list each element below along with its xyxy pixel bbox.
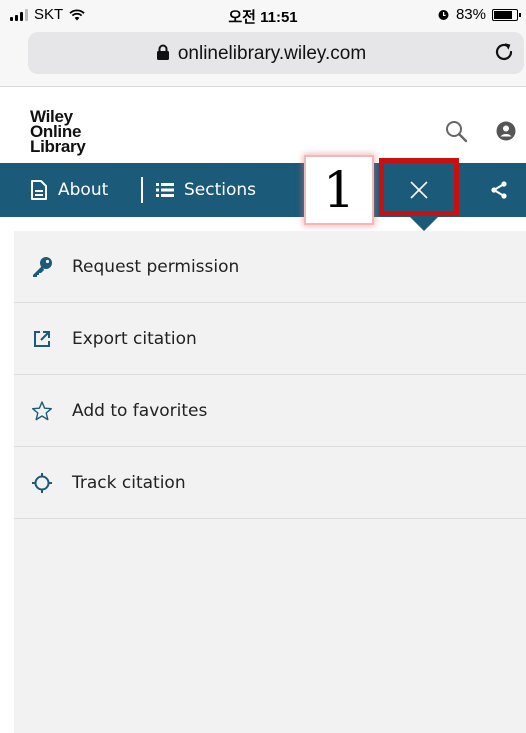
wiley-logo[interactable]: Wiley Online Library bbox=[30, 108, 86, 156]
close-button-highlight bbox=[379, 158, 459, 216]
key-icon bbox=[30, 255, 54, 279]
status-right: 83% bbox=[437, 6, 521, 23]
menu-item-request-permission[interactable]: Request permission bbox=[14, 231, 526, 303]
search-icon[interactable] bbox=[444, 119, 468, 143]
lock-icon bbox=[156, 44, 169, 60]
menu-item-export-citation[interactable]: Export citation bbox=[14, 303, 526, 375]
share-button[interactable] bbox=[490, 163, 508, 217]
list-icon bbox=[156, 183, 174, 197]
about-label: About bbox=[58, 180, 109, 200]
status-bar: SKT 오전 11:51 83% bbox=[0, 0, 526, 30]
browser-url-area: onlinelibrary.wiley.com bbox=[0, 30, 526, 87]
menu-item-track-citation[interactable]: Track citation bbox=[14, 447, 526, 519]
menu-item-label: Export citation bbox=[72, 328, 197, 349]
external-link-icon bbox=[30, 327, 54, 351]
battery-icon bbox=[492, 8, 521, 21]
toolbar-pointer-notch bbox=[410, 217, 438, 231]
about-button[interactable]: About bbox=[30, 163, 108, 217]
address-bar[interactable]: onlinelibrary.wiley.com bbox=[28, 32, 524, 74]
site-header: Wiley Online Library bbox=[0, 87, 526, 163]
sections-label: Sections bbox=[184, 180, 257, 200]
user-account-icon[interactable] bbox=[496, 121, 516, 141]
menu-item-label: Request permission bbox=[72, 256, 240, 277]
document-icon bbox=[31, 180, 47, 200]
toolbar-divider bbox=[141, 177, 143, 203]
logo-line-3: Library bbox=[30, 137, 86, 156]
menu-item-label: Add to favorites bbox=[72, 400, 208, 421]
menu-item-label: Track citation bbox=[72, 472, 186, 493]
reload-icon[interactable] bbox=[492, 40, 516, 64]
step-number-marker: 1 bbox=[306, 157, 372, 223]
sections-button[interactable]: Sections bbox=[156, 163, 256, 217]
star-outline-icon bbox=[30, 399, 54, 423]
article-actions-menu: Request permission Export citation Add t… bbox=[14, 231, 526, 733]
share-icon bbox=[491, 181, 507, 199]
menu-item-add-to-favorites[interactable]: Add to favorites bbox=[14, 375, 526, 447]
alarm-icon bbox=[438, 10, 449, 20]
address-bar-text[interactable]: onlinelibrary.wiley.com bbox=[28, 43, 494, 65]
battery-percent: 83% bbox=[455, 6, 486, 23]
url-text: onlinelibrary.wiley.com bbox=[177, 43, 367, 64]
crosshair-icon bbox=[30, 471, 54, 495]
